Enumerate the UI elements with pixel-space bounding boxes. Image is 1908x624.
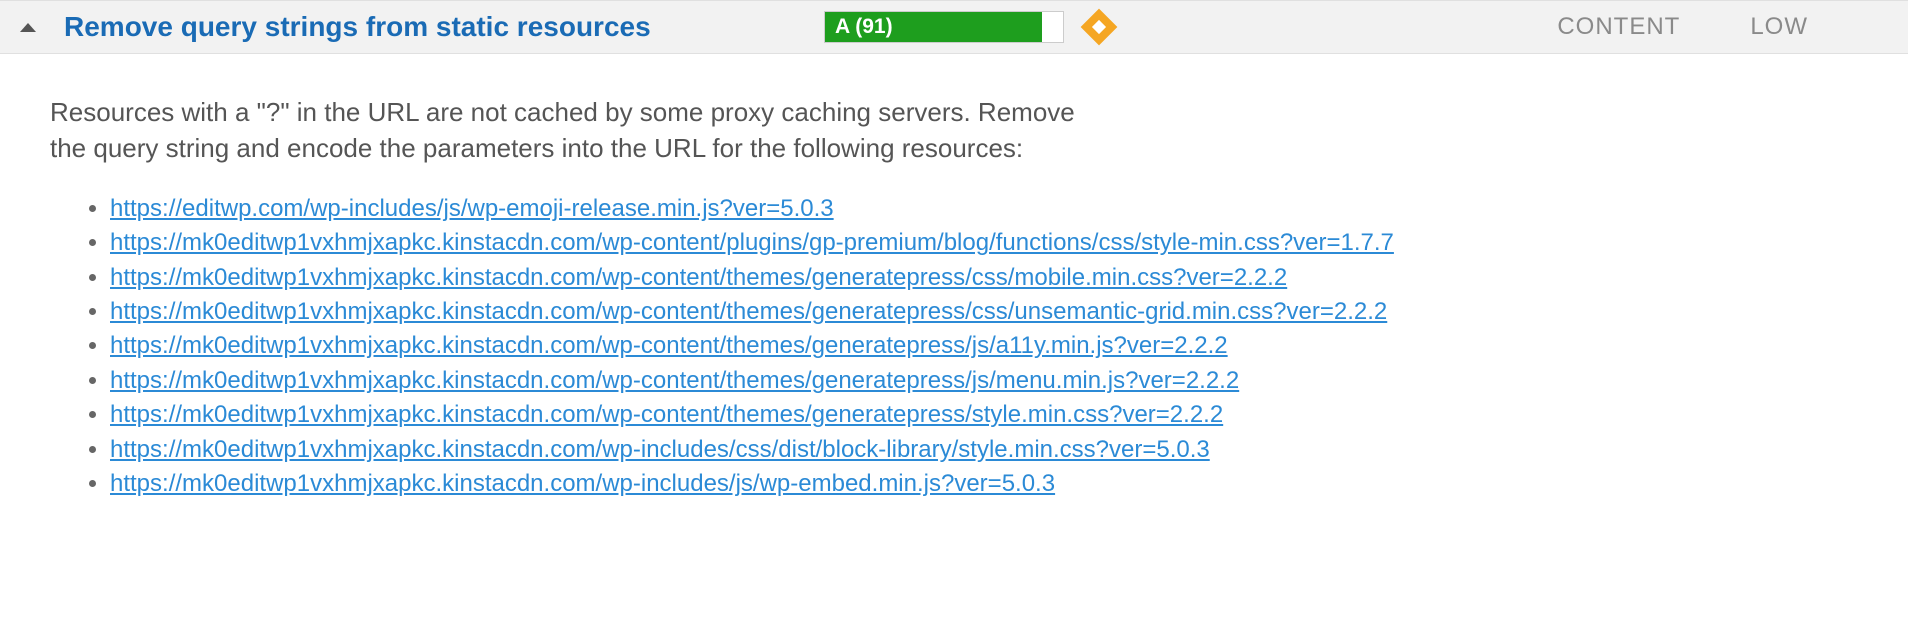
grade-text: A (91) (835, 15, 893, 39)
resource-link[interactable]: https://mk0editwp1vxhmjxapkc.kinstacdn.c… (110, 332, 1228, 359)
list-item: https://editwp.com/wp-includes/js/wp-emo… (110, 192, 1858, 226)
resource-list: https://editwp.com/wp-includes/js/wp-emo… (50, 192, 1858, 502)
list-item: https://mk0editwp1vxhmjxapkc.kinstacdn.c… (110, 226, 1858, 260)
list-item: https://mk0editwp1vxhmjxapkc.kinstacdn.c… (110, 433, 1858, 467)
resource-link[interactable]: https://mk0editwp1vxhmjxapkc.kinstacdn.c… (110, 229, 1394, 256)
list-item: https://mk0editwp1vxhmjxapkc.kinstacdn.c… (110, 364, 1858, 398)
grade-bar: A (91) (824, 11, 1064, 43)
resource-link[interactable]: https://mk0editwp1vxhmjxapkc.kinstacdn.c… (110, 470, 1055, 497)
resource-link[interactable]: https://mk0editwp1vxhmjxapkc.kinstacdn.c… (110, 401, 1223, 428)
list-item: https://mk0editwp1vxhmjxapkc.kinstacdn.c… (110, 295, 1858, 329)
grade-bar-fill: A (91) (825, 12, 1042, 42)
resource-link[interactable]: https://mk0editwp1vxhmjxapkc.kinstacdn.c… (110, 264, 1287, 291)
list-item: https://mk0editwp1vxhmjxapkc.kinstacdn.c… (110, 467, 1858, 501)
diamond-icon (1081, 9, 1118, 46)
resource-link[interactable]: https://mk0editwp1vxhmjxapkc.kinstacdn.c… (110, 436, 1210, 463)
category-label: CONTENT (1557, 13, 1680, 41)
list-item: https://mk0editwp1vxhmjxapkc.kinstacdn.c… (110, 261, 1858, 295)
resource-link[interactable]: https://mk0editwp1vxhmjxapkc.kinstacdn.c… (110, 367, 1239, 394)
priority-label: LOW (1750, 13, 1808, 41)
rule-body: Resources with a "?" in the URL are not … (0, 54, 1908, 521)
rule-header[interactable]: Remove query strings from static resourc… (0, 0, 1908, 54)
list-item: https://mk0editwp1vxhmjxapkc.kinstacdn.c… (110, 329, 1858, 363)
chevron-up-icon (20, 23, 36, 32)
list-item: https://mk0editwp1vxhmjxapkc.kinstacdn.c… (110, 398, 1858, 432)
meta-labels: CONTENT LOW (1557, 13, 1808, 41)
rule-description: Resources with a "?" in the URL are not … (50, 94, 1080, 167)
resource-link[interactable]: https://mk0editwp1vxhmjxapkc.kinstacdn.c… (110, 298, 1387, 325)
grade-section: A (91) (824, 11, 1112, 43)
resource-link[interactable]: https://editwp.com/wp-includes/js/wp-emo… (110, 195, 834, 222)
rule-title: Remove query strings from static resourc… (64, 11, 804, 43)
